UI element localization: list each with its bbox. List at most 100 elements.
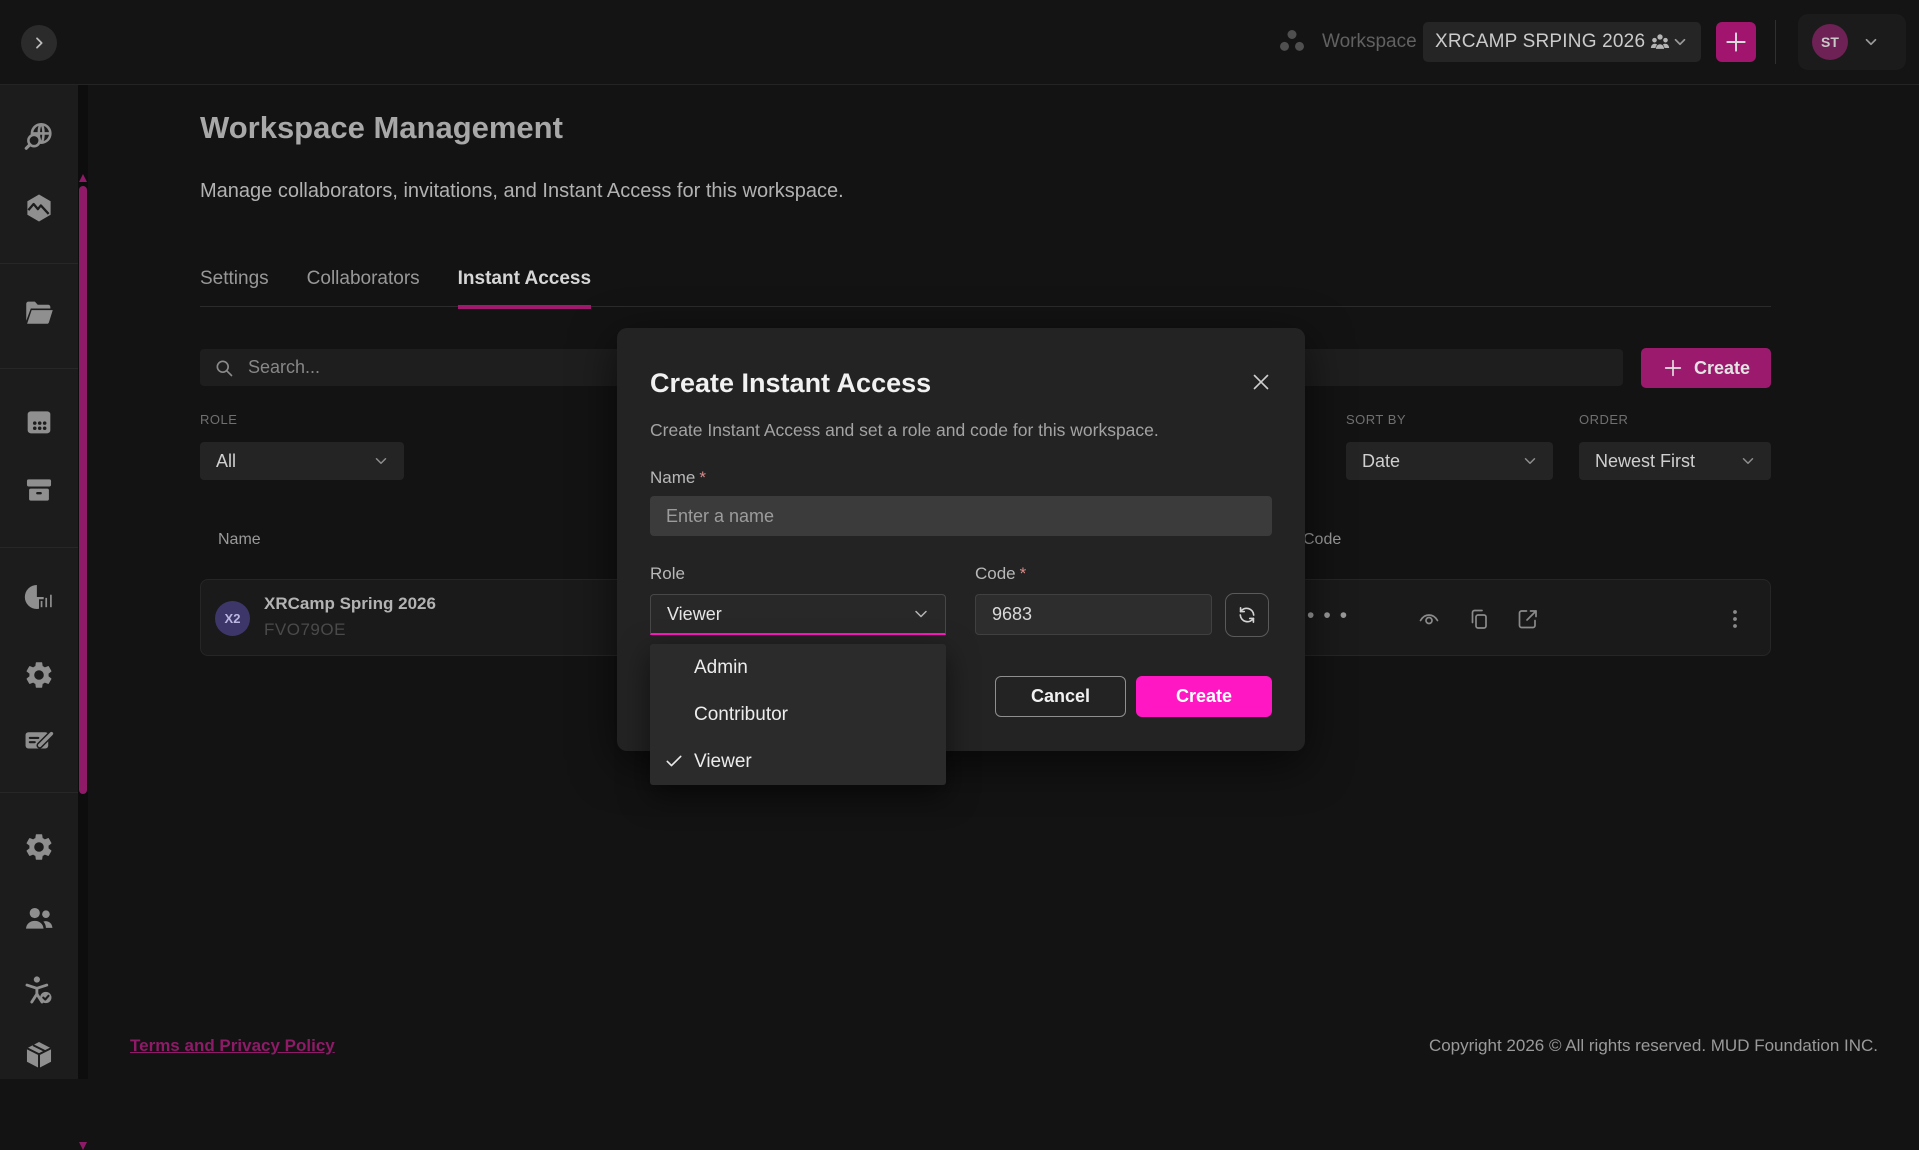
sort-by-value: Date <box>1362 451 1400 472</box>
page-create-button[interactable]: Create <box>1641 348 1771 388</box>
role-select[interactable]: Viewer <box>650 594 946 635</box>
workspace-selector-value: XRCAMP SRPING 2026 <box>1435 31 1645 53</box>
sidebar-item-access[interactable] <box>21 972 57 1008</box>
role-field-label: Role <box>650 564 685 584</box>
copy-code-button[interactable] <box>1467 607 1491 631</box>
sidebar-item-settings[interactable] <box>21 829 57 865</box>
role-select-value: Viewer <box>667 604 722 625</box>
chevron-down-icon <box>1862 33 1880 51</box>
tabs: Settings Collaborators Instant Access <box>200 268 591 309</box>
required-asterisk: * <box>1020 564 1027 583</box>
row-access-code: FVO79OE <box>264 620 346 640</box>
role-dropdown-menu: Admin Contributor Viewer <box>650 644 946 785</box>
modal-subtitle: Create Instant Access and set a role and… <box>650 420 1159 441</box>
sidebar-item-explore[interactable] <box>21 119 57 155</box>
chevron-down-icon <box>1521 452 1539 470</box>
chevron-down-icon <box>372 452 390 470</box>
required-asterisk: * <box>699 468 706 487</box>
card-edit-icon <box>22 723 56 757</box>
plus-icon <box>1662 357 1684 379</box>
code-field-label: Code* <box>975 564 1026 584</box>
kebab-menu-icon <box>1723 607 1747 631</box>
name-field-label: Name* <box>650 468 706 488</box>
regenerate-code-button[interactable] <box>1225 593 1269 637</box>
copyright-text: Copyright 2026 © All rights reserved. MU… <box>1429 1036 1878 1056</box>
add-workspace-button[interactable] <box>1716 22 1756 62</box>
name-column-header: Name <box>218 531 261 549</box>
order-select[interactable]: Newest First <box>1579 442 1771 480</box>
sort-by-select[interactable]: Date <box>1346 442 1553 480</box>
chevron-down-icon <box>1671 33 1689 51</box>
row-name: XRCamp Spring 2026 <box>264 594 436 614</box>
sidebar-item-assets[interactable] <box>21 190 57 226</box>
plus-icon <box>1723 29 1749 55</box>
pie-chart-icon <box>22 580 56 614</box>
tab-collaborators[interactable]: Collaborators <box>307 268 420 309</box>
name-label-text: Name <box>650 468 695 487</box>
role-filter-label: ROLE <box>200 412 237 427</box>
refresh-icon <box>1236 604 1258 626</box>
order-label: ORDER <box>1579 412 1628 427</box>
name-input[interactable] <box>650 496 1272 536</box>
external-link-icon <box>1516 607 1540 631</box>
topbar-divider <box>1775 20 1776 64</box>
scroll-down-arrow[interactable] <box>79 1142 87 1150</box>
show-code-button[interactable] <box>1417 607 1441 631</box>
modal-create-button[interactable]: Create <box>1136 676 1272 717</box>
cube-photo-icon <box>22 191 56 225</box>
sidebar-item-collaborators[interactable] <box>21 900 57 936</box>
role-option-admin[interactable]: Admin <box>650 644 946 691</box>
sidebar-item-packages[interactable] <box>21 1037 57 1073</box>
sidebar-divider <box>0 547 78 548</box>
sidebar-item-analytics[interactable] <box>21 579 57 615</box>
role-filter-select[interactable]: All <box>200 442 404 480</box>
gear-icon <box>23 831 55 863</box>
chevron-down-icon <box>911 604 931 624</box>
role-option-contributor[interactable]: Contributor <box>650 691 946 738</box>
sidebar-divider <box>0 263 78 264</box>
tab-instant-access[interactable]: Instant Access <box>458 268 591 309</box>
page-subtitle: Manage collaborators, invitations, and I… <box>200 180 844 203</box>
modal-close-button[interactable] <box>1247 368 1275 396</box>
sidebar-item-workspace-settings[interactable] <box>21 657 57 693</box>
code-column-header: Code <box>1303 531 1341 549</box>
avatar: ST <box>1812 24 1848 60</box>
role-option-label: Viewer <box>694 751 752 773</box>
modal-title: Create Instant Access <box>650 368 931 399</box>
topbar: Workspace XRCAMP SRPING 2026 ST <box>0 0 1919 85</box>
role-option-label: Contributor <box>694 704 788 726</box>
scroll-up-arrow[interactable] <box>79 174 87 182</box>
people-group-icon <box>1649 31 1671 53</box>
search-icon <box>214 358 234 378</box>
code-input[interactable] <box>975 594 1212 635</box>
role-option-viewer[interactable]: Viewer <box>650 738 946 785</box>
sidebar-item-projects[interactable] <box>21 295 57 331</box>
sidebar-expand-button[interactable] <box>21 25 57 61</box>
sidebar-item-calendar[interactable] <box>21 404 57 440</box>
terms-privacy-link[interactable]: Terms and Privacy Policy <box>130 1036 335 1056</box>
eye-icon <box>1417 607 1441 631</box>
sidebar-divider <box>0 792 78 793</box>
calendar-icon <box>22 405 56 439</box>
sidebar-scrollbar-thumb[interactable] <box>79 186 87 794</box>
row-menu-button[interactable] <box>1723 607 1747 631</box>
role-filter-value: All <box>216 451 236 472</box>
workspace-dots-icon <box>1276 27 1308 57</box>
workspace-label: Workspace <box>1322 31 1417 53</box>
sidebar-item-archive[interactable] <box>21 472 57 508</box>
masked-code: ••• <box>1307 604 1356 628</box>
tab-settings[interactable]: Settings <box>200 268 269 309</box>
role-option-label: Admin <box>694 657 748 679</box>
open-link-button[interactable] <box>1516 607 1540 631</box>
page-title: Workspace Management <box>200 110 563 146</box>
globe-search-icon <box>22 120 56 154</box>
row-avatar: X2 <box>215 601 250 636</box>
sidebar-item-license[interactable] <box>21 722 57 758</box>
user-menu[interactable]: ST <box>1798 14 1906 70</box>
cancel-button[interactable]: Cancel <box>995 676 1126 717</box>
workspace-selector[interactable]: XRCAMP SRPING 2026 <box>1423 22 1701 62</box>
chevron-down-icon <box>1739 452 1757 470</box>
folder-open-icon <box>22 296 56 330</box>
users-icon <box>22 901 56 935</box>
gear-icon <box>23 659 55 691</box>
